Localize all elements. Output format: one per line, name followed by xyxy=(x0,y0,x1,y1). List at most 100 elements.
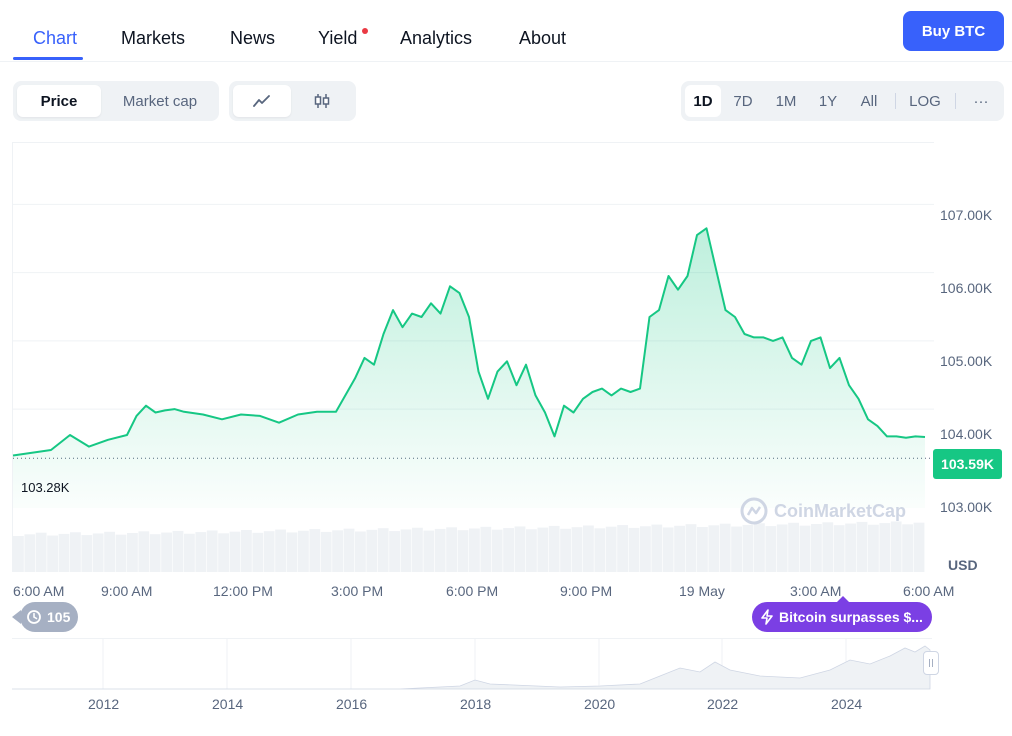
history-events-button[interactable]: 105 xyxy=(20,602,78,632)
x-tick-label: 9:00 AM xyxy=(101,583,153,599)
volume-bar xyxy=(412,527,423,572)
volume-bar xyxy=(822,522,834,572)
volume-bar xyxy=(788,522,799,572)
volume-bar xyxy=(241,530,252,572)
x-tick-label: 3:00 PM xyxy=(331,583,384,599)
volume-bar xyxy=(719,523,731,572)
volume-bar xyxy=(799,525,811,572)
y-tick-label: 107.00K xyxy=(940,207,993,223)
overview-year-label: 2012 xyxy=(88,696,120,712)
range-drag-handle[interactable] xyxy=(923,651,939,675)
volume-bar xyxy=(879,523,891,572)
volume-bar xyxy=(58,533,70,572)
overview-year-label: 2024 xyxy=(831,696,863,712)
volume-bar xyxy=(651,524,663,572)
history-icon xyxy=(27,610,41,624)
volume-bar xyxy=(640,526,651,572)
volume-bar xyxy=(366,529,378,572)
volume-bar xyxy=(811,524,822,572)
volume-bar xyxy=(868,524,879,572)
watermark: CoinMarketCap xyxy=(740,497,906,525)
volume-bar xyxy=(902,524,913,572)
watermark-text: CoinMarketCap xyxy=(774,500,907,521)
volume-bar xyxy=(355,531,366,572)
history-count: 105 xyxy=(47,609,71,625)
volume-bar xyxy=(628,527,640,572)
volume-bar xyxy=(548,525,560,572)
volume-bar xyxy=(560,528,571,572)
volume-bar xyxy=(446,527,457,572)
volume-bar xyxy=(320,531,332,572)
volume-bar xyxy=(400,529,412,572)
volume-bar xyxy=(776,524,788,572)
volume-bar xyxy=(229,531,241,572)
volume-bar xyxy=(742,524,754,572)
volume-bar xyxy=(423,530,435,572)
volume-bar xyxy=(526,529,537,572)
volume-bar xyxy=(708,525,720,572)
volume-bar xyxy=(697,527,708,572)
volume-bar xyxy=(184,533,195,572)
x-tick-label: 6:00 AM xyxy=(903,583,955,599)
news-event-pill[interactable]: Bitcoin surpasses $... xyxy=(752,602,932,632)
volume-bar xyxy=(127,533,138,572)
volume-bar xyxy=(263,531,275,572)
volume-bar xyxy=(104,531,115,572)
x-tick-label: 19 May xyxy=(679,583,725,599)
volume-bar xyxy=(81,535,93,572)
volume-bar xyxy=(434,528,446,572)
volume-bar xyxy=(503,528,514,572)
currency-label: USD xyxy=(948,557,978,573)
volume-bar xyxy=(252,532,264,572)
volume-bar xyxy=(833,525,845,572)
volume-bar xyxy=(731,526,742,572)
volume-bar xyxy=(765,526,777,572)
volume-bar xyxy=(457,530,469,572)
volume-bar xyxy=(890,521,902,572)
volume-bar xyxy=(13,536,24,572)
volume-bar xyxy=(286,532,298,572)
volume-bar xyxy=(685,524,697,572)
volume-bar xyxy=(662,527,674,572)
volume-bar xyxy=(537,527,549,572)
volume-bar xyxy=(605,526,617,572)
volume-bar xyxy=(115,534,127,572)
volume-bar xyxy=(298,530,309,572)
coinmarketcap-logo-icon xyxy=(740,497,768,525)
volume-bar xyxy=(389,531,400,572)
overview-navigator[interactable] xyxy=(12,638,932,690)
x-tick-label: 12:00 PM xyxy=(213,583,273,599)
lightning-icon xyxy=(761,609,773,625)
volume-bar xyxy=(377,528,389,572)
volume-bar xyxy=(514,526,526,572)
overview-year-label: 2014 xyxy=(212,696,244,712)
overview-year-label: 2022 xyxy=(707,696,739,712)
volume-bar xyxy=(913,522,925,572)
volume-bar xyxy=(206,530,218,572)
x-tick-label: 9:00 PM xyxy=(560,583,613,599)
volume-bar xyxy=(161,532,172,572)
volume-bar xyxy=(594,528,606,572)
overview-year-label: 2018 xyxy=(460,696,492,712)
volume-bar xyxy=(149,534,161,572)
volume-bar xyxy=(480,526,492,572)
volume-bar xyxy=(845,523,856,572)
volume-bar xyxy=(172,530,184,572)
x-tick-label: 3:00 AM xyxy=(790,583,842,599)
volume-bar xyxy=(309,529,321,572)
volume-bar xyxy=(617,525,628,572)
volume-bar xyxy=(332,530,343,572)
current-price-tag: 103.59K xyxy=(933,449,1002,479)
volume-bar xyxy=(138,531,150,572)
volume-bar xyxy=(674,525,685,572)
overview-year-label: 2020 xyxy=(584,696,616,712)
volume-bar xyxy=(343,528,355,572)
volume-bar xyxy=(275,529,286,572)
volume-bar xyxy=(754,523,765,572)
volume-bar xyxy=(856,521,868,572)
volume-bar xyxy=(35,532,47,572)
y-tick-label: 106.00K xyxy=(940,280,993,296)
price-area-fill xyxy=(13,228,925,509)
volume-bar xyxy=(47,535,58,572)
open-price-label: 103.28K xyxy=(21,480,70,495)
